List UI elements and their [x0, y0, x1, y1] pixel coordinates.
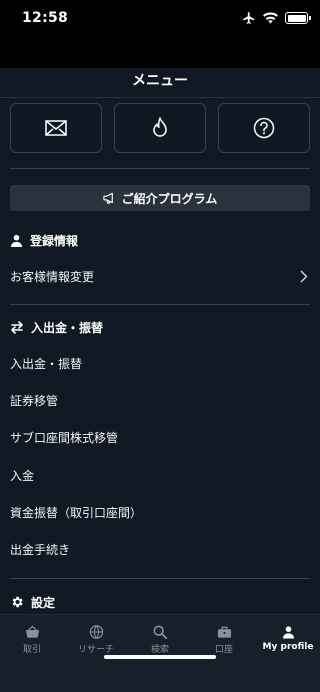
menu-item-label: 証券移管 [10, 394, 59, 408]
profile-icon [282, 626, 294, 639]
section-title-transfer: 入出金・振替 [31, 320, 104, 335]
section-registration: 登録情報 [10, 230, 78, 250]
menu-header: メニュー [0, 68, 320, 98]
menu-item-label: 出金手続き [10, 543, 71, 557]
chevron-right-icon [300, 270, 308, 283]
help-button[interactable] [218, 103, 310, 153]
section-transfer: 入出金・振替 [10, 317, 103, 337]
status-bar: 12:58 [0, 0, 320, 68]
menu-content[interactable]: ご紹介プログラム 登録情報 お客様情報変更 入出金・振替 入出金・振替 証券移管… [0, 99, 320, 614]
megaphone-icon [103, 192, 113, 204]
referral-program-button[interactable]: ご紹介プログラム [10, 185, 310, 211]
menu-item-label: 資金振替（取引口座間） [10, 506, 143, 520]
mail-icon [45, 120, 67, 136]
help-icon [253, 117, 275, 139]
flame-button[interactable] [114, 103, 206, 153]
section-title-registration: 登録情報 [30, 233, 79, 248]
globe-icon [89, 625, 103, 639]
tab-label: 検索 [150, 645, 169, 655]
menu-item-deposit[interactable]: 入金 [10, 466, 310, 486]
page-title: メニュー [132, 73, 188, 89]
menu-item-withdrawal[interactable]: 出金手続き [10, 540, 310, 560]
tab-trade[interactable]: 取引 [0, 615, 64, 661]
referral-label: ご紹介プログラム [121, 191, 218, 206]
menu-item-label: お客様情報変更 [10, 270, 95, 284]
menu-item-label: サブ口座間株式移管 [10, 431, 119, 445]
airplane-icon [243, 12, 255, 24]
gear-icon [12, 596, 23, 608]
search-icon [153, 625, 167, 639]
tab-label: My profile [262, 642, 314, 652]
quick-actions [10, 103, 310, 153]
status-icons [242, 11, 311, 25]
menu-item-customer-info[interactable]: お客様情報変更 [10, 267, 310, 287]
menu-item-label: 入金 [10, 469, 35, 483]
wifi-icon [263, 12, 278, 24]
menu-item-sub-account-transfer[interactable]: サブ口座間株式移管 [10, 428, 310, 448]
section-title-settings: 設定 [31, 595, 56, 610]
transfer-arrows-icon [11, 320, 23, 334]
tab-label: 口座 [214, 645, 233, 655]
section-settings: 設定 [10, 592, 55, 612]
menu-item-fund-transfer[interactable]: 資金振替（取引口座間） [10, 503, 310, 523]
tab-label: 取引 [22, 645, 41, 655]
status-time: 12:58 [22, 10, 69, 26]
basket-icon [25, 625, 39, 638]
person-icon [10, 234, 23, 247]
flame-icon [153, 117, 167, 137]
divider [10, 168, 310, 169]
tab-my-profile[interactable]: My profile [256, 615, 320, 661]
menu-item-securities-transfer[interactable]: 証券移管 [10, 391, 310, 411]
divider [10, 578, 310, 579]
menu-item-deposit-transfer[interactable]: 入出金・振替 [10, 354, 310, 374]
tab-label: リサーチ [77, 645, 114, 655]
mail-button[interactable] [10, 103, 102, 153]
tab-bar: 取引 リサーチ 検索 口座 My profile [0, 614, 320, 692]
battery-icon [285, 12, 311, 24]
briefcase-icon [217, 626, 231, 638]
menu-item-label: 入出金・振替 [10, 357, 83, 371]
home-indicator[interactable] [104, 655, 216, 659]
divider [10, 304, 310, 305]
